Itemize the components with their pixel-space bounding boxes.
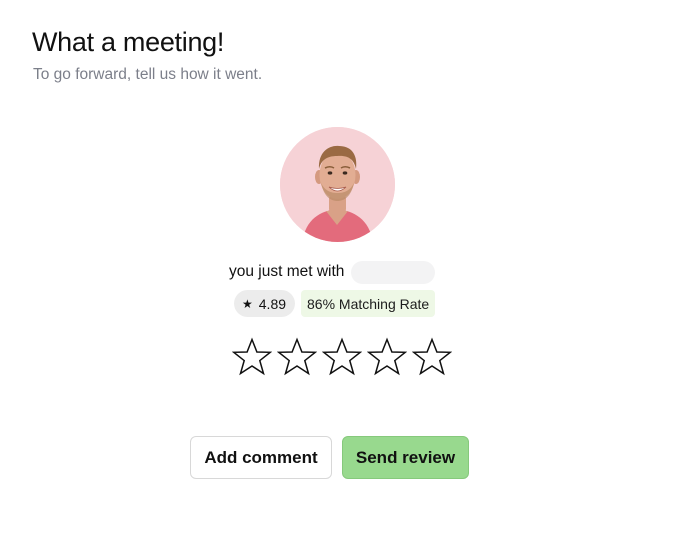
star-rating-4[interactable] [364, 336, 409, 378]
met-with-text: you just met with [229, 263, 345, 280]
name-placeholder [351, 260, 436, 284]
star-outline-icon [411, 337, 452, 376]
add-comment-button[interactable]: Add comment [190, 436, 332, 479]
star-outline-icon [366, 337, 407, 376]
star-outline-icon [321, 337, 362, 376]
rating-value: 4.89 [258, 295, 287, 312]
star-rating-1[interactable] [229, 336, 274, 378]
met-with-row: you just met with [229, 260, 436, 284]
star-outline-icon [276, 337, 317, 376]
page-subtitle: To go forward, tell us how it went. [33, 66, 263, 83]
star-rating-3[interactable] [319, 336, 364, 378]
star-icon: ★ [242, 296, 253, 311]
star-outline-icon [231, 337, 272, 376]
matching-rate-badge: 86% Matching Rate [301, 290, 436, 317]
page-title: What a meeting! [32, 27, 225, 57]
rating-badge: ★ 4.89 [234, 290, 296, 317]
send-review-button[interactable]: Send review [342, 436, 469, 479]
star-rating-2[interactable] [274, 336, 319, 378]
star-rating-5[interactable] [409, 336, 454, 378]
star-rating [229, 336, 454, 378]
profile-badges: ★ 4.89 86% Matching Rate [234, 290, 436, 317]
person-photo-icon [280, 127, 395, 242]
avatar [280, 127, 395, 242]
